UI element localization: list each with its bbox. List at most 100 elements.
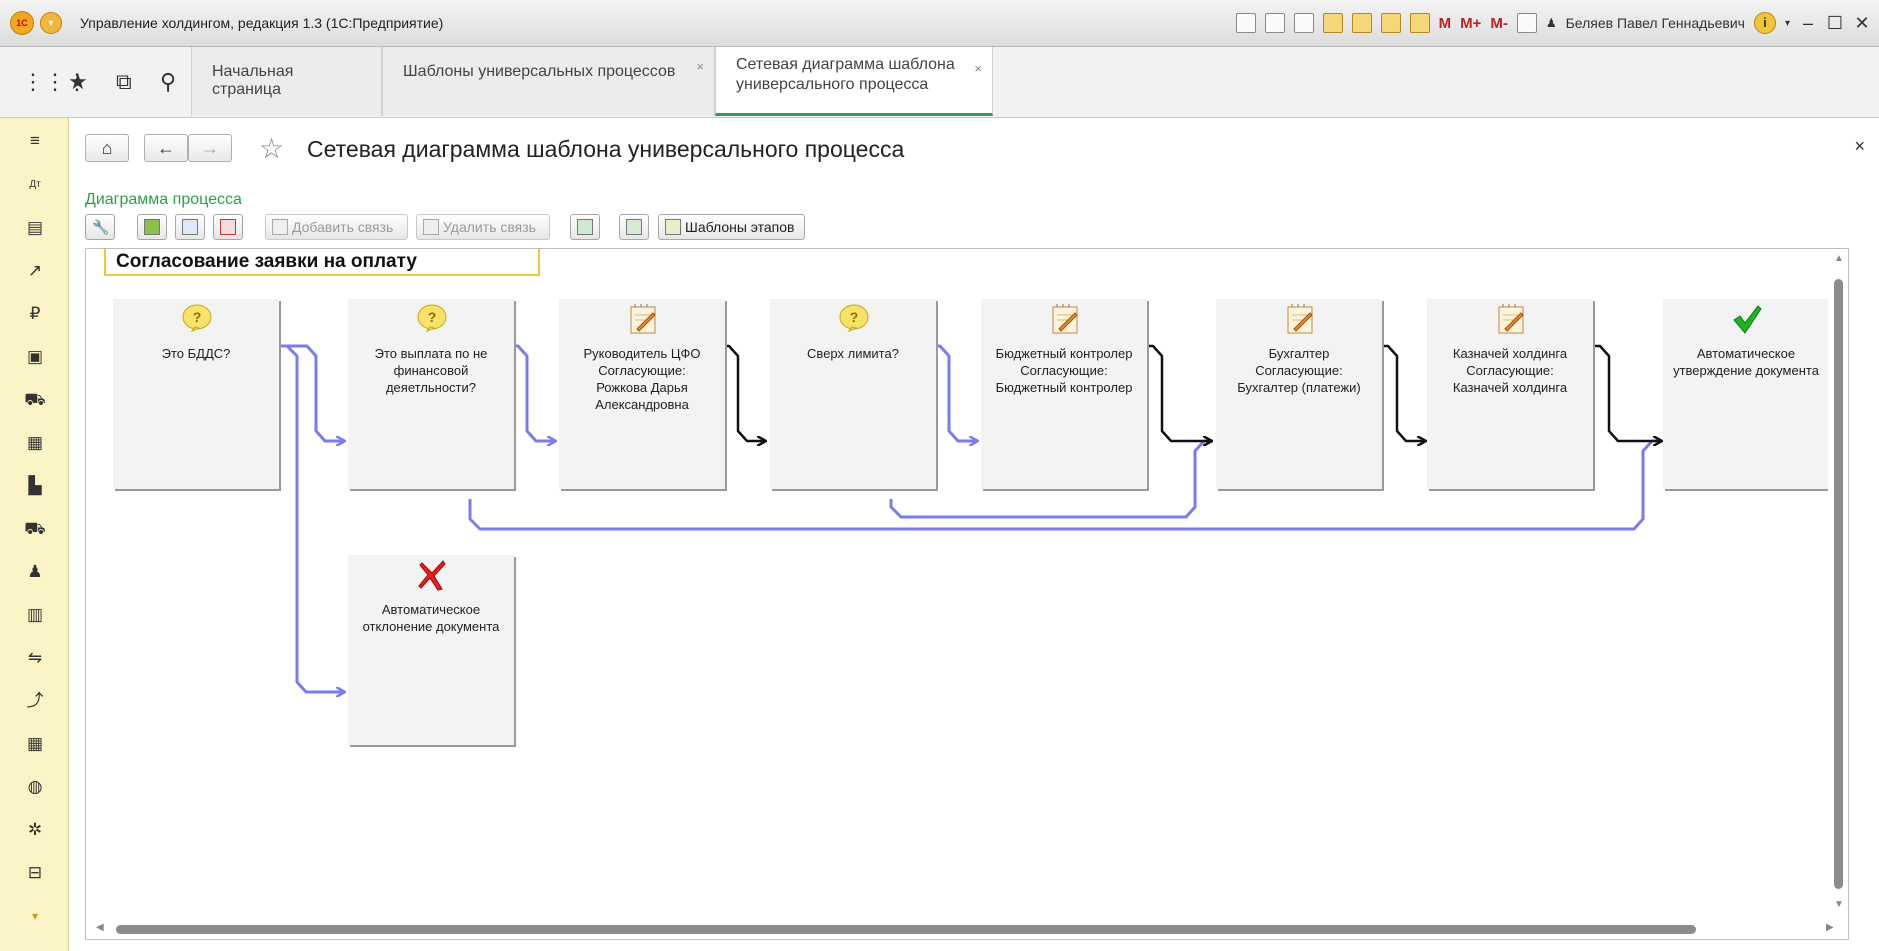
vertical-scroll-thumb[interactable] [1834, 279, 1843, 889]
delete-link-button[interactable]: Удалить связь [416, 214, 550, 240]
tab-close-icon[interactable]: × [974, 59, 982, 79]
stage-line: Бюджетный контролер [995, 346, 1133, 361]
molecule-icon[interactable]: ✲ [24, 819, 46, 841]
globe-icon[interactable]: ◍ [24, 776, 46, 798]
panels-icon[interactable] [1516, 13, 1537, 33]
stage-line: Автоматическое [1696, 346, 1796, 361]
preview-icon[interactable] [1293, 13, 1314, 33]
info-dropdown-icon[interactable]: ▾ [1785, 18, 1790, 29]
wrench-icon: 🔧 [92, 219, 110, 235]
stage-over-limit[interactable]: ? Сверх лимита? [770, 299, 936, 489]
link-bdds-to-rejection [280, 344, 344, 692]
stage-auto-rejection[interactable]: Автоматическое отклонение документа [348, 555, 514, 745]
process-diagram[interactable]: Согласование заявки на оплату ? Это БДДС… [85, 248, 1849, 940]
more-icon[interactable]: ▾ [24, 905, 46, 927]
memory-minus-button[interactable]: M- [1490, 15, 1508, 32]
svg-text:?: ? [850, 309, 859, 325]
truck-icon[interactable]: ⛟ [24, 518, 46, 540]
print-icon[interactable] [1264, 13, 1285, 33]
tab-home[interactable]: Начальная страница [191, 47, 382, 116]
stage-templates-button[interactable]: Шаблоны этапов [658, 214, 805, 240]
stage-line: деяетльности? [385, 380, 477, 395]
add-stage-button[interactable] [175, 214, 205, 240]
search-icon[interactable]: ⚲ [160, 69, 176, 95]
checklist-icon [626, 219, 642, 235]
calendar-icon[interactable] [1409, 13, 1430, 33]
app-logo-icon[interactable]: 1С [10, 11, 34, 35]
tab-network-diagram[interactable]: Сетевая диаграмма шаблона универсального… [715, 47, 993, 116]
person-icon[interactable]: ♟ [24, 561, 46, 583]
stage-accountant[interactable]: Бухгалтер Согласующие: Бухгалтер (платеж… [1216, 299, 1382, 489]
tab-process-templates[interactable]: Шаблоны универсальных процессов × [382, 47, 715, 116]
notepad-icon [1287, 304, 1313, 334]
bag-icon[interactable]: ▣ [24, 346, 46, 368]
stage-is-bdds[interactable]: ? Это БДДС? [113, 299, 279, 489]
back-button[interactable]: ← [144, 134, 188, 162]
transfer-icon[interactable]: ⇋ [24, 647, 46, 669]
form-close-button[interactable]: × [1854, 136, 1865, 157]
sections-sidebar: ≡ Дт ▤ ↗ ₽ ▣ ⛟ ▦ ▙ ⛟ ♟ ▥ ⇋ ⤴ ▦ ◍ ✲ ⊟ ▾ [0, 118, 69, 951]
stage-line: Бюджетный контролер [995, 380, 1133, 395]
scroll-right-icon[interactable]: ▶ [1826, 922, 1834, 933]
maximize-icon[interactable]: ☐ [1826, 13, 1844, 34]
notepad-icon [630, 304, 656, 334]
favorite-star-icon[interactable]: ☆ [259, 132, 284, 165]
home-button[interactable]: ⌂ [85, 134, 129, 162]
refresh-icon [577, 219, 593, 235]
memory-m-button[interactable]: M [1439, 15, 1452, 32]
stage-holding-treasurer[interactable]: Казначей холдинга Согласующие: Казначей … [1427, 299, 1593, 489]
link-limit-to-budget [933, 344, 977, 441]
save-icon[interactable] [1235, 13, 1256, 33]
stage-auto-approval[interactable]: Автоматическое утверждение документа [1663, 299, 1829, 489]
stage-line: Согласующие: [1255, 363, 1343, 378]
cross-icon [418, 560, 446, 591]
delete-stage-button[interactable] [213, 214, 243, 240]
stage-line: Бухгалтер (платежи) [1237, 380, 1361, 395]
dt-kt-icon[interactable]: Дт [24, 174, 46, 196]
stage-line: Согласующие: [598, 363, 686, 378]
close-window-icon[interactable]: ✕ [1853, 13, 1871, 34]
favorites-star-icon[interactable]: ★ [68, 69, 88, 95]
memory-plus-button[interactable]: M+ [1460, 15, 1481, 32]
stage-line: Согласующие: [1466, 363, 1554, 378]
calculator-icon[interactable]: ▦ [24, 733, 46, 755]
info-icon[interactable]: i [1753, 12, 1776, 34]
app-menu-icon[interactable]: ▾ [40, 12, 62, 34]
vertical-scrollbar[interactable]: ▲ ▼ [1828, 249, 1848, 917]
scroll-up-icon[interactable]: ▲ [1834, 253, 1844, 264]
documents-icon[interactable]: ▤ [24, 217, 46, 239]
add-link-button[interactable]: Добавить связь [265, 214, 408, 240]
toolbox-icon[interactable]: ⊟ [24, 862, 46, 884]
horizontal-scrollbar[interactable]: ◀ ▶ [86, 917, 1848, 939]
minimize-icon[interactable]: – [1799, 13, 1817, 34]
favorites-icon[interactable] [1351, 13, 1372, 33]
tab-close-icon[interactable]: × [696, 59, 704, 74]
stage-is-nonfinancial-payment[interactable]: ? Это выплата по не финансовой деяетльно… [348, 299, 514, 489]
money-flow-icon[interactable]: ⤴ [24, 690, 46, 712]
factory-icon[interactable]: ▙ [24, 475, 46, 497]
pencil-icon [144, 219, 160, 235]
forward-button[interactable]: → [188, 134, 232, 162]
settings-button[interactable]: 🔧 [85, 214, 115, 240]
calculator-icon[interactable] [1380, 13, 1401, 33]
bar-chart-icon[interactable]: ▥ [24, 604, 46, 626]
stage-budget-controller[interactable]: Бюджетный контролер Согласующие: Бюджетн… [981, 299, 1147, 489]
add-document-icon [182, 219, 198, 235]
scroll-left-icon[interactable]: ◀ [96, 922, 104, 933]
stage-cfo-head[interactable]: Руководитель ЦФО Согласующие: Рожкова Да… [559, 299, 725, 489]
user-name[interactable]: Беляев Павел Геннадьевич [1566, 15, 1745, 31]
trend-icon[interactable]: ↗ [24, 260, 46, 282]
ruble-icon[interactable]: ₽ [24, 303, 46, 325]
cart-icon[interactable]: ⛟ [24, 389, 46, 411]
edit-button[interactable] [137, 214, 167, 240]
horizontal-scroll-thumb[interactable] [116, 925, 1696, 934]
link-payment-to-cfo [511, 344, 555, 441]
favorites-add-icon[interactable] [1322, 13, 1343, 33]
menu-icon[interactable]: ≡ [24, 130, 46, 152]
stage-line: Сверх лимита? [807, 346, 899, 361]
history-icon[interactable]: ⧉ [116, 69, 132, 95]
refresh-button[interactable] [570, 214, 600, 240]
grid-icon[interactable]: ▦ [24, 432, 46, 454]
check-button[interactable] [619, 214, 649, 240]
scroll-down-icon[interactable]: ▼ [1834, 899, 1844, 910]
